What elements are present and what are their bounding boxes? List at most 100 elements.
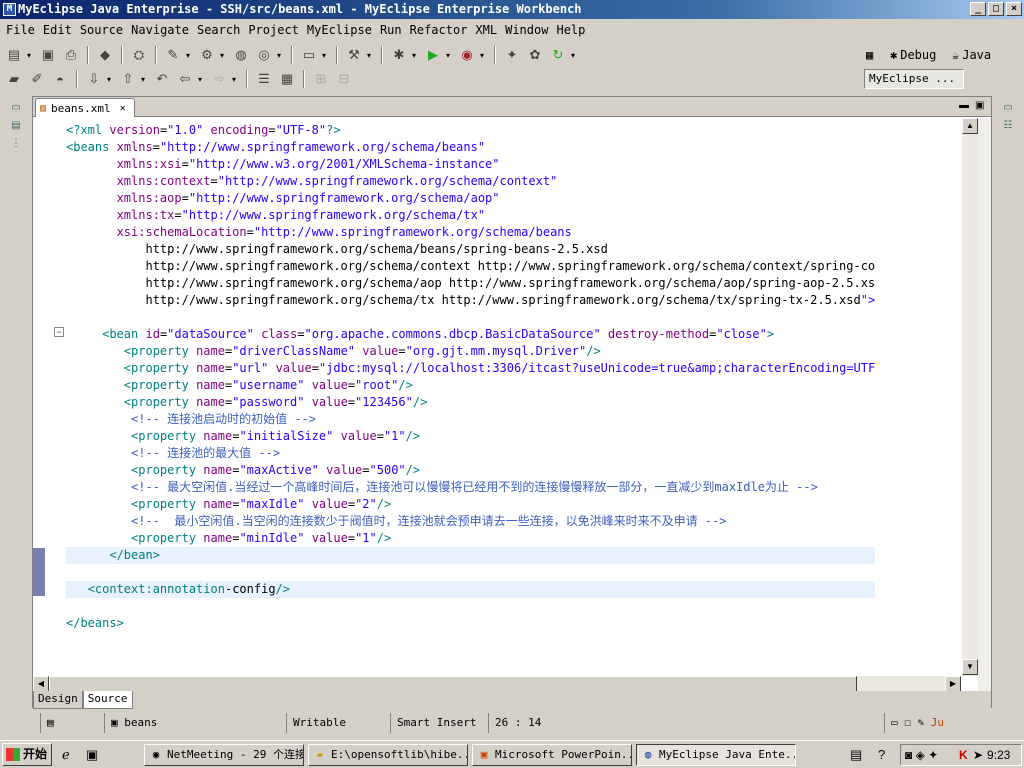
help-icon[interactable]: ?: [878, 747, 885, 762]
next-annotation-icon[interactable]: ⇩: [84, 69, 104, 89]
run-external-icon[interactable]: ◉: [457, 45, 477, 65]
menu-file[interactable]: File: [4, 23, 41, 37]
maximize-editor-icon[interactable]: ▣: [975, 100, 984, 111]
clock: 9:23: [987, 748, 1011, 762]
menu-source[interactable]: Source: [78, 23, 129, 37]
minimize-button[interactable]: _: [970, 2, 986, 16]
last-edit-icon[interactable]: ↶: [152, 69, 172, 89]
fold-toggle[interactable]: −: [54, 327, 64, 337]
package-explorer-icon[interactable]: ▤: [10, 120, 22, 132]
menu-refactor[interactable]: Refactor: [408, 23, 474, 37]
code-line: <property name="minIdle" value="1"/>: [131, 531, 392, 545]
wrench-icon[interactable]: ✐: [27, 69, 47, 89]
debug-perspective-button[interactable]: ✱ Debug: [890, 48, 936, 62]
new-icon[interactable]: ▤: [4, 45, 24, 65]
java-icon: ☕: [952, 48, 960, 62]
taskbar-netmeeting[interactable]: ◉ NetMeeting - 29 个连接: [144, 744, 304, 766]
close-tab-icon[interactable]: ✕: [120, 103, 126, 114]
refresh-icon[interactable]: ✿: [525, 45, 545, 65]
horizontal-scroll-thumb[interactable]: [49, 676, 857, 692]
code-line: ​: [66, 598, 875, 615]
open-type-icon[interactable]: ▭: [299, 45, 319, 65]
code-line: http://www.springframework.org/schema/ao…: [66, 276, 876, 290]
secondary-toolbar: ▰ ✐ ◓ ⇩ ▾ ⇧ ▾ ↶ ⇦ ▾ ⇨ ▾ ☰ ▦ ⊞ ⊟: [4, 67, 354, 91]
menu-window[interactable]: Window: [503, 23, 554, 37]
back-icon[interactable]: ⇦: [175, 69, 195, 89]
open-file-icon[interactable]: ✦: [502, 45, 522, 65]
server-icon[interactable]: ⚙: [197, 45, 217, 65]
myeclipse-perspective-button[interactable]: MyEclipse ...: [864, 69, 964, 89]
fast-view-icon[interactable]: ▤: [40, 713, 100, 733]
arrow-tray-icon[interactable]: ➤: [973, 745, 983, 765]
menu-help[interactable]: Help: [554, 23, 591, 37]
menu-xml[interactable]: XML: [473, 23, 503, 37]
code-line: http://www.springframework.org/schema/be…: [66, 242, 608, 256]
console-icon[interactable]: ▭ ☐ ✎: [891, 716, 931, 729]
run-icon[interactable]: ▶: [423, 45, 443, 65]
windows-flag-icon: [6, 748, 20, 761]
debug-icon[interactable]: ✱: [389, 45, 409, 65]
sync-icon[interactable]: ↻: [548, 45, 568, 65]
close-button[interactable]: ×: [1006, 2, 1022, 16]
code-line: <property name="password" value="123456"…: [123, 395, 428, 409]
code-line: <property name="driverClassName" value="…: [123, 344, 601, 358]
tab-design[interactable]: Design: [33, 691, 83, 709]
globe-icon[interactable]: ◍: [231, 45, 251, 65]
tab-source[interactable]: Source: [82, 691, 133, 709]
vertical-scrollbar[interactable]: ▲ ▼: [961, 118, 978, 676]
status-writable: Writable: [286, 713, 386, 733]
validate-icon[interactable]: ▦: [277, 69, 297, 89]
taskbar-powerpoint[interactable]: ▣ Microsoft PowerPoin...: [472, 744, 632, 766]
change-marker: [33, 548, 45, 596]
restore-right-icon[interactable]: ▭: [1002, 102, 1014, 114]
print-icon[interactable]: ⎙: [61, 45, 81, 65]
prev-annotation-icon[interactable]: ⇧: [118, 69, 138, 89]
maximize-button[interactable]: □: [988, 2, 1004, 16]
junit-icon[interactable]: Ju: [931, 716, 944, 729]
editor-tab-bar: ▨ beans.xml ✕ ▬ ▣: [33, 97, 991, 117]
scroll-right-icon[interactable]: ▶: [945, 676, 961, 692]
format-icon[interactable]: ☰: [254, 69, 274, 89]
desktop-quicklaunch-icon[interactable]: ▣: [86, 747, 98, 763]
taskbar-explorer[interactable]: ▰ E:\opensoftlib\hibe...: [308, 744, 468, 766]
menu-navigate[interactable]: Navigate: [129, 23, 195, 37]
open-folder-icon[interactable]: ◓: [50, 69, 70, 89]
tray-icons[interactable]: ◙ ◈ ✦: [905, 745, 938, 765]
scroll-left-icon[interactable]: ◀: [33, 676, 49, 692]
menu-edit[interactable]: Edit: [41, 23, 78, 37]
deploy-icon[interactable]: ⛭: [129, 45, 149, 65]
myeclipse-app-icon: M: [3, 3, 16, 16]
menu-project[interactable]: Project: [246, 23, 305, 37]
menu-myeclipse[interactable]: MyEclipse: [305, 23, 378, 37]
scroll-down-icon[interactable]: ▼: [962, 659, 978, 675]
chevron-down-icon[interactable]: ▾: [27, 51, 35, 60]
code-line: xmlns:aop="http://www.springframework.or…: [116, 191, 500, 205]
scroll-up-icon[interactable]: ▲: [962, 118, 978, 134]
folder-icon[interactable]: ▰: [4, 69, 24, 89]
code-line: </bean>: [66, 547, 876, 564]
ie-quicklaunch-icon[interactable]: ℯ: [62, 747, 70, 763]
start-button[interactable]: 开始: [2, 743, 52, 766]
hierarchy-icon[interactable]: ⋮: [10, 138, 22, 150]
source-text-area[interactable]: − <?xml version="1.0" encoding="UTF-8"?>…: [33, 118, 961, 676]
forward-icon[interactable]: ⇨: [209, 69, 229, 89]
package-icon[interactable]: ◆: [95, 45, 115, 65]
open-perspective-icon[interactable]: ▦: [866, 48, 873, 62]
tab-beans-xml[interactable]: ▨ beans.xml ✕: [35, 98, 135, 117]
new-wizard-icon[interactable]: ✎: [163, 45, 183, 65]
menu-search[interactable]: Search: [195, 23, 246, 37]
status-file: ▣ beans: [104, 713, 284, 733]
minimize-editor-icon[interactable]: ▬: [959, 100, 969, 111]
tools-icon[interactable]: ⚒: [344, 45, 364, 65]
outline-icon[interactable]: ☷: [1002, 120, 1014, 132]
browser-icon[interactable]: ◎: [254, 45, 274, 65]
collapse-icon[interactable]: ⊟: [334, 69, 354, 89]
k-tray-icon[interactable]: K: [959, 745, 968, 765]
network-icon[interactable]: ▤: [850, 747, 862, 763]
expand-icon[interactable]: ⊞: [311, 69, 331, 89]
menu-run[interactable]: Run: [378, 23, 408, 37]
restore-icon[interactable]: ▭: [10, 102, 22, 114]
save-icon[interactable]: ▣: [38, 45, 58, 65]
java-perspective-button[interactable]: ☕ Java: [952, 48, 991, 62]
taskbar-myeclipse[interactable]: ◍ MyEclipse Java Ente...: [636, 744, 796, 766]
